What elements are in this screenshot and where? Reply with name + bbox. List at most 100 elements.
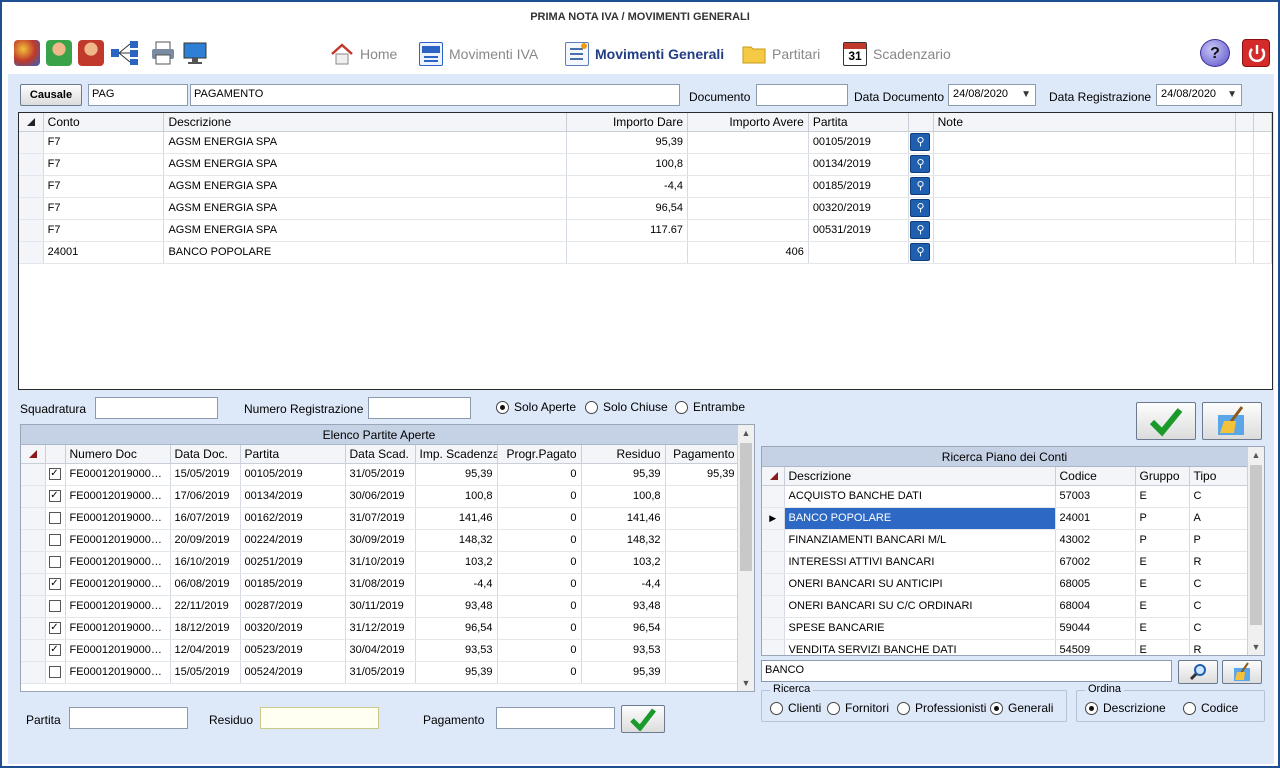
descrizione-cell[interactable]: INTERESSI ATTIVI BANCARI: [784, 551, 1056, 574]
col-partita[interactable]: Partita: [808, 113, 910, 132]
col-partita[interactable]: Partita: [240, 445, 346, 464]
tipo-cell[interactable]: P: [1189, 529, 1250, 552]
row-selector[interactable]: [19, 219, 44, 242]
piano-row[interactable]: FINANZIAMENTI BANCARI M/L 43002 P P: [762, 529, 1250, 552]
conto-cell[interactable]: F7: [43, 197, 165, 220]
tipo-cell[interactable]: R: [1189, 639, 1250, 655]
pagamento-cell[interactable]: [665, 529, 740, 552]
row-selector[interactable]: [762, 639, 785, 655]
descrizione-cell[interactable]: ACQUISTO BANCHE DATI: [784, 485, 1056, 508]
col-progr-pagato[interactable]: Progr.Pagato: [497, 445, 582, 464]
tipo-cell[interactable]: C: [1189, 485, 1250, 508]
pagamento-cell[interactable]: [665, 595, 740, 618]
piano-row[interactable]: ACQUISTO BANCHE DATI 57003 E C: [762, 485, 1250, 508]
codice-cell[interactable]: 43002: [1055, 529, 1136, 552]
row-selector[interactable]: [21, 551, 46, 574]
descrizione-cell[interactable]: AGSM ENERGIA SPA: [163, 219, 568, 242]
gruppo-cell[interactable]: E: [1135, 485, 1190, 508]
radio-ordina-codice[interactable]: Codice: [1183, 701, 1238, 716]
lookup-cell[interactable]: ⚲: [908, 153, 934, 176]
col-data-scad[interactable]: Data Scad.: [345, 445, 416, 464]
note-cell[interactable]: [933, 175, 1236, 198]
lookup-cell[interactable]: ⚲: [908, 241, 934, 264]
col-numero-doc[interactable]: Numero Doc: [65, 445, 171, 464]
row-checkbox[interactable]: [45, 661, 66, 684]
codice-cell[interactable]: 67002: [1055, 551, 1136, 574]
partita-cell[interactable]: 00134/2019: [808, 153, 910, 176]
radio-solo-aperte[interactable]: Solo Aperte: [496, 400, 576, 415]
row-selector[interactable]: ▶: [762, 507, 785, 530]
col-conto[interactable]: Conto: [43, 113, 165, 132]
descrizione-cell[interactable]: BANCO POPOLARE: [784, 507, 1056, 530]
codice-cell[interactable]: 57003: [1055, 485, 1136, 508]
avere-cell[interactable]: [687, 153, 809, 176]
piano-row[interactable]: VENDITA SERVIZI BANCHE DATI 54509 E R: [762, 639, 1250, 655]
zoom-icon[interactable]: ⚲: [910, 177, 931, 195]
conto-cell[interactable]: F7: [43, 153, 165, 176]
row-selector[interactable]: [762, 617, 785, 640]
col-pagamento[interactable]: Pagamento: [665, 445, 740, 464]
partita-row[interactable]: FE0001201900016... 16/10/2019 00251/2019 31…: [21, 551, 740, 574]
clear-button[interactable]: [1202, 402, 1262, 440]
pagamento-cell[interactable]: [665, 573, 740, 596]
partita-cell[interactable]: 00105/2019: [808, 131, 910, 154]
nav-movimenti-iva[interactable]: Movimenti IVA: [419, 38, 538, 70]
note-cell[interactable]: [933, 131, 1236, 154]
gruppo-cell[interactable]: P: [1135, 529, 1190, 552]
pagamento-cell[interactable]: [665, 661, 740, 684]
numero-registrazione-input[interactable]: [368, 397, 471, 419]
row-selector[interactable]: [762, 595, 785, 618]
gruppo-cell[interactable]: E: [1135, 617, 1190, 640]
movement-row[interactable]: F7 AGSM ENERGIA SPA 96,54 00320/2019 ⚲: [19, 197, 1272, 220]
zoom-icon[interactable]: ⚲: [910, 221, 931, 239]
radio-fornitori[interactable]: Fornitori: [827, 701, 889, 716]
scroll-up-icon[interactable]: ▲: [738, 425, 754, 441]
dare-cell[interactable]: [566, 241, 688, 264]
avere-cell[interactable]: [687, 175, 809, 198]
nav-partitari[interactable]: Partitari: [742, 38, 820, 70]
row-checkbox[interactable]: ✓: [45, 617, 66, 640]
row-selector[interactable]: [762, 485, 785, 508]
col-descrizione[interactable]: Descrizione: [163, 113, 568, 132]
radio-ordina-descrizione[interactable]: Descrizione: [1085, 701, 1166, 716]
codice-cell[interactable]: 68005: [1055, 573, 1136, 596]
codice-cell[interactable]: 59044: [1055, 617, 1136, 640]
row-selector[interactable]: [21, 617, 46, 640]
tipo-cell[interactable]: R: [1189, 551, 1250, 574]
movement-row[interactable]: F7 AGSM ENERGIA SPA 100,8 00134/2019 ⚲: [19, 153, 1272, 176]
gruppo-cell[interactable]: E: [1135, 639, 1190, 655]
row-checkbox[interactable]: ✓: [45, 573, 66, 596]
descrizione-cell[interactable]: AGSM ENERGIA SPA: [163, 175, 568, 198]
row-selector[interactable]: [21, 485, 46, 508]
partita-row[interactable]: FE0001201900007... 15/05/2019 00524/2019 31…: [21, 661, 740, 684]
row-checkbox[interactable]: [45, 529, 66, 552]
data-registrazione-picker[interactable]: 24/08/2020 ▼: [1156, 84, 1242, 106]
pagamento-input[interactable]: [496, 707, 615, 729]
col-tipo[interactable]: Tipo: [1189, 467, 1250, 486]
causale-code-input[interactable]: PAG: [88, 84, 188, 106]
piano-row[interactable]: SPESE BANCARIE 59044 E C: [762, 617, 1250, 640]
tipo-cell[interactable]: C: [1189, 595, 1250, 618]
partita-cell[interactable]: 00185/2019: [808, 175, 910, 198]
row-checkbox[interactable]: ✓: [45, 485, 66, 508]
partita-row[interactable]: ✓ FE0001201900007... 15/05/2019 00105/2019 3…: [21, 463, 740, 486]
scroll-thumb[interactable]: [1250, 465, 1262, 625]
piano-search-input[interactable]: BANCO: [761, 660, 1172, 682]
avere-cell[interactable]: [687, 197, 809, 220]
radio-generali[interactable]: Generali: [990, 701, 1053, 716]
zoom-icon[interactable]: ⚲: [910, 243, 931, 261]
movement-row[interactable]: F7 AGSM ENERGIA SPA 95,39 00105/2019 ⚲: [19, 131, 1272, 154]
row-selector[interactable]: [21, 463, 46, 486]
zoom-icon[interactable]: ⚲: [910, 133, 931, 151]
zoom-icon[interactable]: ⚲: [910, 155, 931, 173]
pagamento-cell[interactable]: [665, 551, 740, 574]
partita-row[interactable]: FE0001201900019... 22/11/2019 00287/2019 30…: [21, 595, 740, 618]
pagamento-cell[interactable]: 95,39: [665, 463, 740, 486]
row-checkbox[interactable]: ✓: [45, 639, 66, 662]
gruppo-cell[interactable]: P: [1135, 507, 1190, 530]
col-importo-avere[interactable]: Importo Avere: [687, 113, 809, 132]
note-cell[interactable]: [933, 241, 1236, 264]
radio-professionisti[interactable]: Professionisti: [897, 701, 986, 716]
causale-button[interactable]: Causale: [20, 84, 82, 106]
help-icon[interactable]: ?: [1200, 39, 1230, 67]
